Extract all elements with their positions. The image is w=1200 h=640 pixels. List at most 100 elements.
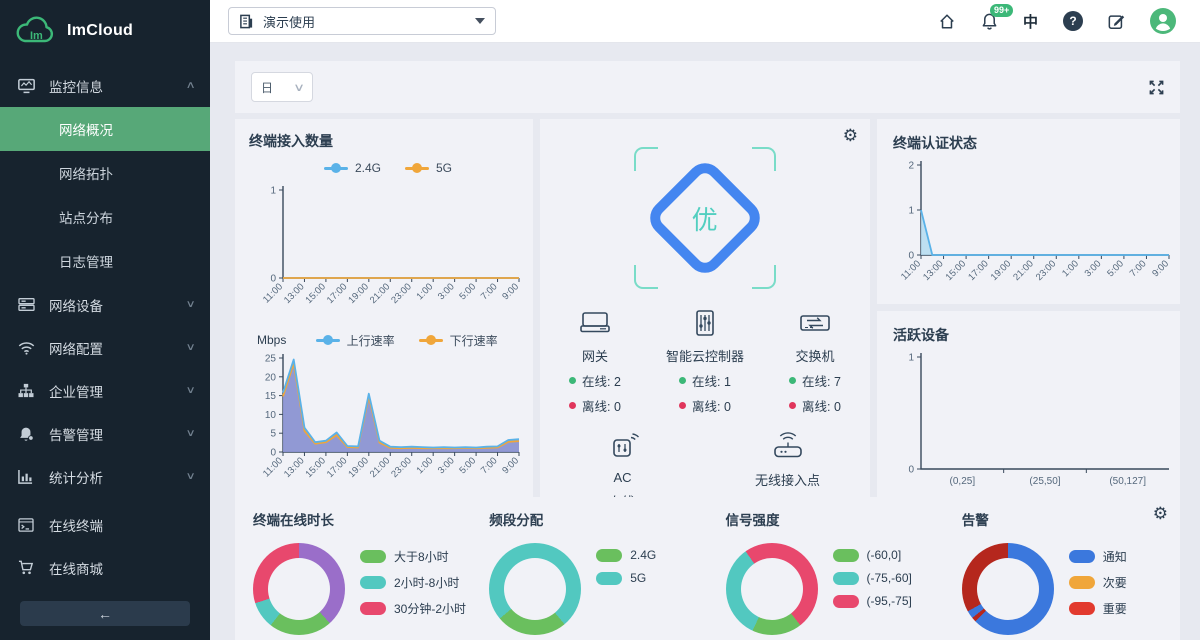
online-dot xyxy=(569,377,576,384)
sidebar-item-monitoring[interactable]: 监控信息∧ xyxy=(0,64,210,107)
sidebar-item-label: 告警管理 xyxy=(49,424,187,444)
svg-text:(50,127]: (50,127] xyxy=(1109,476,1146,487)
main-area: 演示使用 99+ 中 ? 日 ∨ xyxy=(210,0,1200,640)
svg-text:7:00: 7:00 xyxy=(479,281,500,302)
donut-section-alarms: 告警通知次要重要 xyxy=(944,509,1180,640)
donut-section-signal-strength: 信号强度 (-60,0] (-75,-60] (-95,-75] xyxy=(708,509,944,640)
sidebar-subitem[interactable]: 网络拓扑 xyxy=(0,151,210,195)
bottom-stats-card: ⚙ 终端在线时长大于8小时2小时-8小时30分钟-2小时频段分配2.4G5G信号… xyxy=(235,497,1180,640)
sidebar-item-statistics[interactable]: 统计分析∨ xyxy=(0,455,210,498)
donut-chart-online-duration xyxy=(253,543,345,635)
svg-text:11:00: 11:00 xyxy=(899,258,923,282)
sidebar-item-network-config[interactable]: 网络配置∨ xyxy=(0,326,210,369)
language-toggle[interactable]: 中 xyxy=(1023,11,1038,32)
svg-text:0: 0 xyxy=(908,465,914,476)
sidebar-item-label: 企业管理 xyxy=(49,381,187,401)
legend-chip xyxy=(833,549,859,562)
donut-chart-signal-strength xyxy=(726,543,818,635)
donut-row: (-60,0] (-75,-60] (-95,-75] xyxy=(726,543,944,635)
donut-legend: 大于8小时2小时-8小时30分钟-2小时 xyxy=(360,548,466,617)
offline-dot xyxy=(569,402,576,409)
gateway-icon xyxy=(577,309,613,337)
card-title: 终端认证状态 xyxy=(893,133,1170,153)
sidebar-item-label: 在线终端 xyxy=(49,515,194,535)
legend-item: (-95,-75] xyxy=(833,594,912,608)
device-online-count: 在线: 2 xyxy=(569,371,621,390)
home-icon[interactable] xyxy=(938,13,956,30)
devices-icon xyxy=(18,297,36,312)
toolbar: 日 ∨ xyxy=(235,61,1180,113)
svg-text:23:00: 23:00 xyxy=(389,455,414,480)
feedback-edit-icon[interactable] xyxy=(1108,13,1125,30)
active-devices-chart: 01(0,25](25,50](50,127] xyxy=(893,345,1177,497)
svg-text:20: 20 xyxy=(265,372,277,383)
donut-title: 信号强度 xyxy=(726,509,944,529)
svg-text:1:00: 1:00 xyxy=(414,281,435,302)
topbar: 演示使用 99+ 中 ? xyxy=(210,0,1200,43)
org-icon xyxy=(18,383,36,398)
sidebar-item-online-terminals[interactable]: 在线终端 xyxy=(0,503,210,546)
svg-text:1: 1 xyxy=(908,206,914,217)
wifi-icon xyxy=(18,341,36,355)
logo-text: ImCloud xyxy=(67,22,133,40)
offline-dot xyxy=(789,402,796,409)
svg-text:5:00: 5:00 xyxy=(457,455,478,476)
donut-legend: (-60,0] (-75,-60] (-95,-75] xyxy=(833,548,912,608)
sidebar-collapse-button[interactable]: ← xyxy=(20,601,190,626)
gear-icon[interactable]: ⚙ xyxy=(1153,505,1168,522)
sidebar-item-network-devices[interactable]: 网络设备∨ xyxy=(0,283,210,326)
switch-icon xyxy=(797,309,833,337)
network-health-card: ⚙ 优 网关在线: 2离线: 0智能云控制器在线: 1离线: 0交换机在线: 7… xyxy=(540,119,870,497)
donut-section-band-allocation: 频段分配2.4G5G xyxy=(471,509,707,640)
monitor-icon xyxy=(18,78,36,94)
org-selector-dropdown[interactable]: 演示使用 xyxy=(228,7,496,35)
fullscreen-expand-icon[interactable] xyxy=(1149,80,1164,95)
sidebar-subitem[interactable]: 日志管理 xyxy=(0,239,210,283)
legend-chip xyxy=(360,602,386,615)
chevron-up-icon: ∧ xyxy=(185,80,195,91)
terminal-icon xyxy=(18,518,36,532)
legend-item: 通知 xyxy=(1069,548,1127,565)
sidebar-item-label: 监控信息 xyxy=(49,76,187,96)
legend-item: (-75,-60] xyxy=(833,571,912,585)
sidebar-item-enterprise[interactable]: 企业管理∨ xyxy=(0,369,210,412)
donut-hole xyxy=(268,558,330,620)
sidebar-item-alarm[interactable]: 告警管理∨ xyxy=(0,412,210,455)
sidebar-subitem[interactable]: 站点分布 xyxy=(0,195,210,239)
period-select[interactable]: 日 ∨ xyxy=(251,72,313,102)
svg-text:9:00: 9:00 xyxy=(1150,258,1171,279)
sidebar-item-online-mall[interactable]: 在线商城 xyxy=(0,546,210,589)
svg-text:11:00: 11:00 xyxy=(261,455,285,479)
help-icon[interactable]: ? xyxy=(1063,11,1083,31)
legend-chip xyxy=(360,576,386,589)
device-offline-count: 离线: 0 xyxy=(569,396,621,415)
ac-icon xyxy=(605,431,641,461)
gear-icon[interactable]: ⚙ xyxy=(843,127,858,144)
svg-text:Im: Im xyxy=(30,30,43,42)
bracket-corner xyxy=(634,147,658,171)
svg-text:1:00: 1:00 xyxy=(414,455,435,476)
notification-badge: 99+ xyxy=(990,4,1013,17)
svg-text:19:00: 19:00 xyxy=(989,258,1014,283)
sidebar-nav: 监控信息∧网络概况网络拓扑站点分布日志管理网络设备∨网络配置∨企业管理∨告警管理… xyxy=(0,64,210,597)
legend-item: 5G xyxy=(405,161,452,175)
svg-text:5: 5 xyxy=(270,429,276,440)
svg-text:23:00: 23:00 xyxy=(1034,258,1059,283)
donut-row: 通知次要重要 xyxy=(962,543,1180,635)
device-offline-count: 离线: 0 xyxy=(789,396,841,415)
svg-text:19:00: 19:00 xyxy=(346,281,371,306)
svg-text:2: 2 xyxy=(908,161,914,172)
sidebar: Im ImCloud 监控信息∧网络概况网络拓扑站点分布日志管理网络设备∨网络配… xyxy=(0,0,210,640)
svg-text:17:00: 17:00 xyxy=(325,455,350,480)
avatar[interactable] xyxy=(1150,8,1176,34)
svg-text:25: 25 xyxy=(265,354,277,365)
sidebar-subitem[interactable]: 网络概况 xyxy=(0,107,210,151)
notifications-bell-icon[interactable]: 99+ xyxy=(981,12,998,30)
chevron-down-icon: ∨ xyxy=(185,342,195,353)
svg-text:17:00: 17:00 xyxy=(966,258,991,283)
stats-icon xyxy=(18,469,36,484)
legend-item: (-60,0] xyxy=(833,548,912,562)
chevron-down-icon: ∨ xyxy=(185,299,195,310)
top-cards-row: 终端接入数量 2.4G5G 0111:0013:0015:0017:0019:0… xyxy=(235,119,1180,497)
svg-text:(0,25]: (0,25] xyxy=(950,476,976,487)
